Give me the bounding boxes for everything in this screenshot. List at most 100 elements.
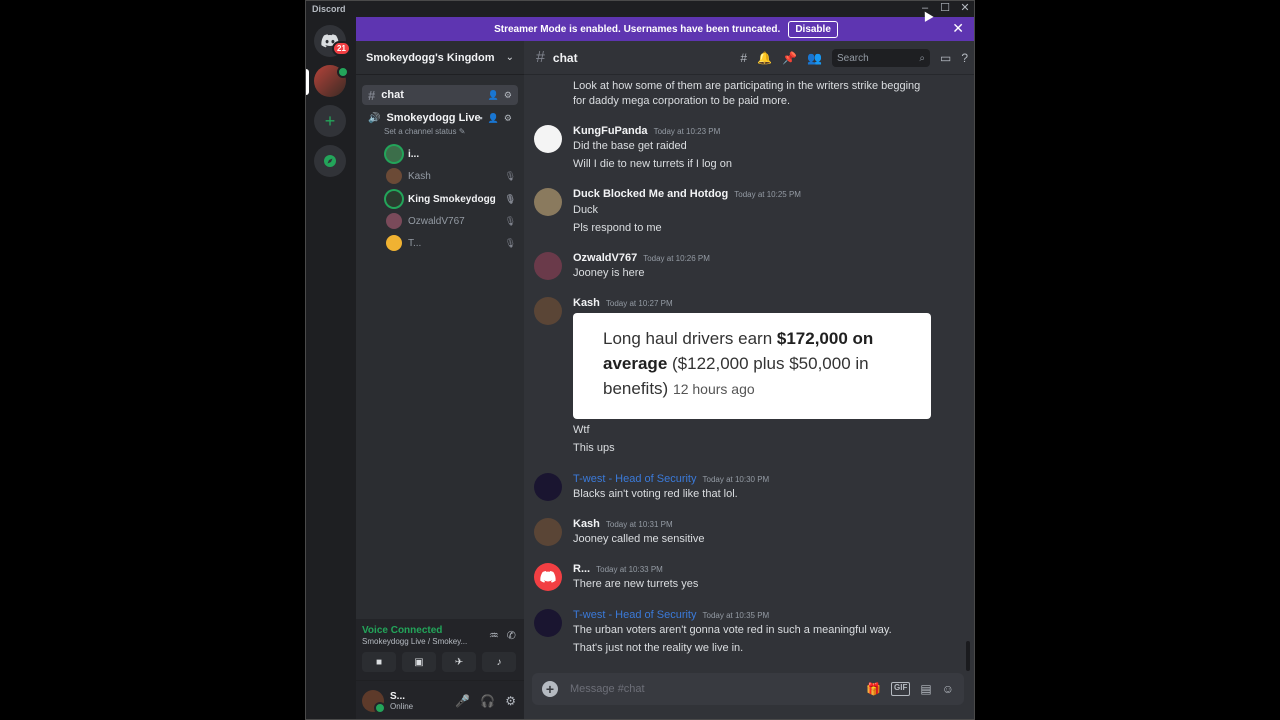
channel-label: chat — [381, 89, 404, 101]
dm-notification-badge: 21 — [332, 41, 351, 56]
avatar[interactable] — [534, 518, 562, 546]
message-author[interactable]: T-west - Head of Security — [573, 473, 697, 485]
message-author[interactable]: Kash — [573, 518, 600, 530]
sticker-icon[interactable]: ▤ — [920, 682, 931, 696]
channel-title: chat — [552, 50, 578, 65]
voice-user[interactable]: T... 🎙 — [386, 233, 516, 253]
threads-icon[interactable]: # — [740, 51, 747, 65]
app-title: Discord — [312, 4, 346, 14]
message-author[interactable]: Kash — [573, 297, 600, 309]
noise-suppression-icon[interactable]: ♒ — [489, 629, 499, 642]
search-input[interactable]: Search ⌕ — [831, 49, 930, 67]
bell-icon[interactable]: 🔔 — [757, 51, 772, 65]
message-list: Look at how some of them are participati… — [524, 75, 974, 665]
speaker-icon: 🔊 — [368, 112, 381, 124]
close-banner-icon[interactable]: ✕ — [952, 20, 964, 37]
hash-icon: # — [368, 87, 376, 103]
activities-button[interactable]: ✈ — [442, 652, 476, 672]
microphone-icon[interactable]: 🎤 — [455, 694, 470, 708]
voice-user[interactable]: Kash 🎙 — [386, 166, 516, 186]
mic-muted-icon: 🎙 — [504, 193, 516, 204]
hash-icon: # — [536, 48, 545, 66]
voice-channel-smokeydogg-live[interactable]: 🔊 Smokeydogg Live ▪ 👤 ⚙ Set a channel st… — [362, 109, 518, 136]
avatar[interactable] — [362, 690, 386, 714]
avatar[interactable] — [534, 473, 562, 501]
avatar — [386, 191, 402, 207]
avatar[interactable] — [534, 297, 562, 325]
message-author[interactable]: OzwaldV767 — [573, 252, 637, 264]
disable-streamer-mode-button[interactable]: Disable — [788, 20, 838, 38]
invite-icon[interactable]: 👤 — [488, 113, 499, 124]
search-icon: ⌕ — [919, 52, 925, 64]
message-timestamp: Today at 10:26 PM — [643, 254, 710, 263]
image-attachment[interactable]: Long haul drivers earn $172,000 on avera… — [573, 313, 931, 419]
add-attachment-icon[interactable]: + — [542, 681, 558, 697]
invite-icon[interactable]: 👤 — [488, 90, 499, 101]
scrollbar[interactable] — [966, 641, 970, 671]
voice-channel-label: Smokeydogg Live — [386, 112, 481, 124]
user-status: Online — [390, 702, 414, 711]
avatar[interactable] — [534, 125, 562, 153]
streamer-mode-text: Streamer Mode is enabled. Usernames have… — [494, 23, 781, 35]
voice-active-indicator — [337, 66, 349, 78]
help-icon[interactable]: ? — [961, 51, 968, 65]
voice-user[interactable]: OzwaldV767 🎙 — [386, 211, 516, 231]
message-author[interactable]: T-west - Head of Security — [573, 609, 697, 621]
voice-user[interactable]: i... — [386, 144, 516, 164]
message-author[interactable]: R... — [573, 563, 590, 575]
gear-icon[interactable]: ⚙ — [504, 113, 512, 124]
disconnect-icon[interactable]: ✆ — [507, 629, 516, 642]
gear-icon[interactable]: ⚙ — [505, 694, 516, 708]
maximize-icon[interactable]: ☐ — [940, 2, 950, 15]
avatar[interactable] — [534, 563, 562, 591]
emoji-icon[interactable]: ☺ — [942, 682, 954, 696]
message-text: Look at how some of them are participati… — [573, 80, 921, 92]
channel-status[interactable]: Set a channel status ✎ — [362, 127, 518, 136]
message-text: for daddy mega corporation to be paid mo… — [573, 95, 791, 107]
username: S... — [390, 691, 406, 702]
discord-window: Discord – ☐ ✕ 21 + Streamer Mode is enab… — [305, 0, 975, 720]
avatar[interactable] — [534, 609, 562, 637]
gift-icon[interactable]: 🎁 — [866, 682, 881, 696]
channel-sidebar: Smokeydogg's Kingdom ⌄ # chat 👤 ⚙ 🔊 Smok… — [356, 41, 524, 719]
message-author[interactable]: Duck Blocked Me and Hotdog — [573, 188, 728, 200]
selected-server-pill — [306, 69, 309, 95]
gif-icon[interactable]: GIF — [891, 682, 911, 696]
avatar[interactable] — [534, 188, 562, 216]
message-input[interactable] — [570, 683, 840, 695]
pin-icon[interactable]: 📌 — [782, 51, 797, 65]
message-text: The urban voters aren't gonna vote red i… — [573, 624, 892, 636]
message-text: There are new turrets yes — [573, 578, 699, 590]
chat-bubble-icon[interactable]: ▪ — [480, 113, 483, 124]
mic-muted-icon: 🎙 — [504, 215, 516, 226]
explore-servers-button[interactable] — [314, 145, 346, 177]
message-timestamp: Today at 10:35 PM — [702, 611, 770, 620]
user-panel: S... Online 🎤 🎧 ⚙ — [356, 681, 524, 719]
screen-share-button[interactable]: ▣ — [402, 652, 436, 672]
rocket-icon: ✈ — [454, 656, 464, 668]
message-timestamp: Today at 10:31 PM — [605, 520, 673, 529]
screen-share-icon: ▣ — [414, 656, 424, 668]
compass-icon — [324, 155, 336, 167]
voice-user[interactable]: King Smokeydogg 🎙 — [386, 189, 516, 209]
message-timestamp: Today at 10:23 PM — [653, 127, 721, 136]
message-author[interactable]: KungFuPanda — [573, 125, 648, 137]
server-rail: 21 + — [306, 17, 356, 719]
avatar[interactable] — [534, 252, 562, 280]
gear-icon[interactable]: ⚙ — [504, 90, 512, 101]
voice-connection-panel: Voice Connected Smokeydogg Live / Smokey… — [356, 619, 524, 681]
headphones-icon[interactable]: 🎧 — [480, 694, 495, 708]
channel-chat[interactable]: # chat 👤 ⚙ — [362, 85, 518, 105]
message-text: Will I die to new turrets if I log on — [573, 158, 732, 170]
add-server-button[interactable]: + — [314, 105, 346, 137]
streamer-mode-banner: Streamer Mode is enabled. Usernames have… — [356, 17, 974, 41]
close-window-icon[interactable]: ✕ — [960, 2, 970, 15]
members-icon[interactable]: 👥 — [807, 51, 822, 65]
chat-header: # chat # 🔔 📌 👥 Search ⌕ ▭ ? — [524, 41, 974, 75]
soundboard-button[interactable]: ♪ — [482, 652, 516, 672]
chevron-down-icon: ⌄ — [505, 52, 514, 63]
soundboard-icon: ♪ — [496, 656, 502, 668]
server-header[interactable]: Smokeydogg's Kingdom ⌄ — [356, 41, 524, 75]
inbox-icon[interactable]: ▭ — [940, 51, 951, 65]
camera-button[interactable]: ■ — [362, 652, 396, 672]
